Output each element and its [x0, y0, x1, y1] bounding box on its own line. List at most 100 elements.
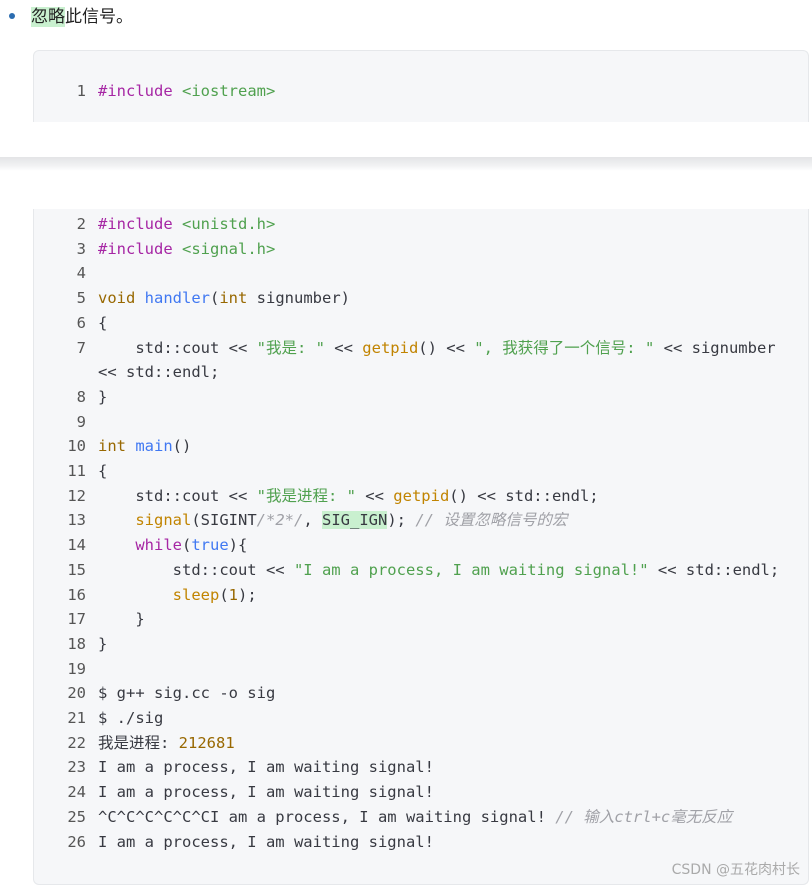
code-text: $ g++ sig.cc -o sig	[98, 681, 275, 706]
code-token: <iostream>	[182, 82, 276, 100]
line-number: 22	[67, 733, 86, 752]
code-text: I am a process, I am waiting signal!	[98, 755, 434, 780]
code-token: I am a process, I am waiting signal!	[98, 758, 434, 777]
watermark: CSDN @五花肉村长	[671, 862, 800, 878]
line-number: 25	[67, 807, 86, 826]
code-token: }	[98, 387, 108, 406]
code-line: 9	[34, 410, 810, 435]
code-line: 11 {	[34, 459, 810, 484]
line-number: 15	[67, 560, 86, 579]
code-line: 5 void handler(int signumber)	[34, 286, 810, 311]
code-token: ^C^C^C^C^C^CI am a process, I am waiting…	[98, 807, 556, 826]
code-line: 19	[34, 657, 810, 682]
code-text: #include <signal.h>	[98, 237, 275, 262]
code-token: // 设置忽略信号的宏	[415, 511, 568, 530]
line-number: 24	[67, 783, 86, 802]
code-text: void handler(int signumber)	[98, 286, 350, 311]
code-text: int main()	[98, 434, 191, 459]
code-token: "I am a process, I am waiting signal!"	[293, 560, 649, 579]
code-token: getpid	[362, 338, 419, 357]
code-line: 22 我是进程: 212681	[34, 731, 810, 756]
code-token: );	[238, 585, 257, 604]
code-token: handler	[144, 289, 210, 308]
code-text: ^C^C^C^C^C^CI am a process, I am waiting…	[98, 805, 732, 830]
code-token: I am a process, I am waiting signal!	[98, 832, 434, 851]
code-token: (	[182, 536, 192, 555]
code-text: {	[98, 311, 107, 336]
code-token: std::cout <<	[98, 338, 257, 357]
code-line: 7 std::cout << "我是: " << getpid() << ", …	[34, 336, 810, 361]
bullet-text: 忽略此信号。	[31, 4, 133, 30]
code-text: I am a process, I am waiting signal!	[98, 830, 434, 855]
code-block-bottom[interactable]: 2 #include <unistd.h> 3 #include <signal.h>…	[33, 209, 809, 885]
code-text: std::cout << "我是: " << getpid() << ", 我获…	[98, 336, 775, 361]
code-text: #include <unistd.h>	[98, 212, 275, 237]
code-block-top[interactable]: 1 #include <iostream>	[33, 50, 809, 122]
code-token: }	[98, 634, 108, 653]
list-item: 忽略此信号。	[0, 0, 812, 34]
line-number: 10	[67, 437, 86, 456]
line-number: 16	[67, 585, 86, 604]
code-line: 23 I am a process, I am waiting signal!	[34, 755, 810, 780]
code-text: }	[98, 385, 107, 410]
line-number: 17	[67, 610, 86, 629]
code-token: (	[219, 585, 229, 604]
code-token: <<	[355, 486, 394, 505]
line-number: 4	[76, 264, 86, 283]
code-line: 4	[34, 261, 810, 286]
code-token: <unistd.h>	[182, 215, 276, 233]
code-text: while(true){	[98, 533, 247, 558]
code-line: 3 #include <signal.h>	[34, 237, 810, 262]
code-line: 1 #include <iostream>	[34, 79, 810, 104]
line-number: 3	[76, 239, 86, 258]
code-line: 10 int main()	[34, 434, 810, 459]
highlighted-text: 忽略	[31, 7, 65, 27]
code-text: << std::endl;	[98, 360, 219, 385]
code-token: #include	[98, 215, 173, 233]
code-token: #include	[98, 239, 173, 258]
code-token: main	[135, 437, 173, 456]
code-text: #include <iostream>	[98, 79, 275, 104]
code-token: while	[135, 536, 182, 555]
bullet-dot-icon	[9, 13, 15, 19]
code-token: std::cout <<	[98, 486, 257, 505]
code-token: $ g++ sig.cc -o sig	[98, 684, 276, 703]
line-number: 13	[67, 511, 86, 530]
code-token: SIG_IGN	[322, 511, 388, 530]
code-token: ", 我获得了一个信号: "	[474, 338, 655, 357]
code-line: 24 I am a process, I am waiting signal!	[34, 780, 810, 805]
code-text: }	[98, 607, 145, 632]
code-token: "我是: "	[256, 338, 325, 357]
code-text: std::cout << "我是进程: " << getpid() << std…	[98, 484, 598, 509]
code-token: ){	[228, 536, 248, 555]
code-text: {	[98, 459, 107, 484]
code-token: 我是进程:	[98, 733, 179, 752]
code-line: 26 I am a process, I am waiting signal!	[34, 830, 810, 855]
line-number: 6	[76, 313, 86, 332]
code-token: I am a process, I am waiting signal!	[98, 783, 434, 802]
line-number: 5	[76, 289, 86, 308]
page-break-shadow	[0, 157, 812, 171]
line-number: 21	[67, 709, 86, 727]
line-number: 19	[67, 659, 86, 678]
code-line: 12 std::cout << "我是进程: " << getpid() << …	[34, 484, 810, 509]
code-text: std::cout << "I am a process, I am waiti…	[98, 558, 780, 583]
code-token: );	[387, 511, 416, 530]
code-token: $ ./sig	[98, 709, 164, 727]
code-token: (	[210, 289, 220, 308]
line-number: 7	[76, 338, 86, 357]
code-token: #include	[98, 82, 173, 100]
line-number: 1	[76, 82, 86, 100]
code-token: }	[98, 610, 145, 629]
code-line: 8}	[34, 385, 810, 410]
line-number: 20	[67, 684, 86, 703]
code-line: 13 signal(SIGINT/*2*/, SIG_IGN); // 设置忽略…	[34, 508, 810, 533]
line-number: 18	[67, 634, 86, 653]
code-token: true	[191, 536, 229, 555]
